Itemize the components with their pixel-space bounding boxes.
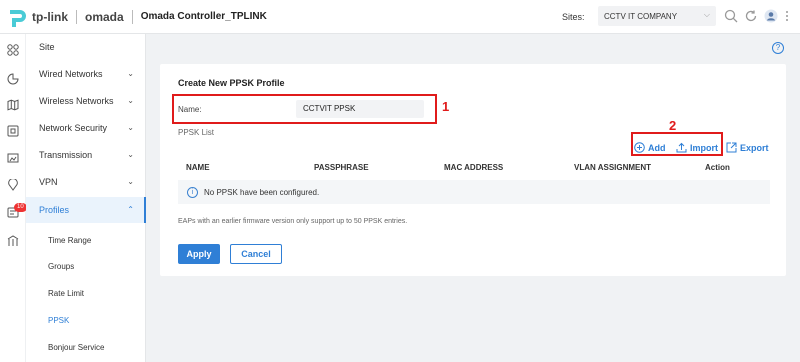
- sidebar-item-label: Network Security: [39, 123, 108, 133]
- sidebar-subitem-label: Bonjour Service: [48, 342, 105, 352]
- annotation-box-actions: [631, 132, 723, 156]
- sidebar-item-label: Wireless Networks: [39, 96, 114, 106]
- page-title: Create New PPSK Profile: [178, 78, 285, 88]
- column-header: NAME: [186, 163, 210, 172]
- more-options-icon[interactable]: [784, 9, 790, 23]
- export-button[interactable]: Export: [726, 142, 769, 153]
- chevron-down-icon: ⌄: [127, 69, 134, 78]
- help-icon[interactable]: ?: [772, 42, 784, 54]
- sidebar-item-label: Wired Networks: [39, 69, 103, 79]
- sidebar-item-transmission[interactable]: Transmission ⌄: [26, 142, 146, 168]
- sidebar-item-vpn[interactable]: VPN ⌄: [26, 169, 146, 195]
- sidebar-item-profiles[interactable]: Profiles ⌃: [26, 197, 146, 223]
- sidebar-subitem-label: Time Range: [48, 235, 92, 245]
- sidebar-item-wired-networks[interactable]: Wired Networks ⌄: [26, 61, 146, 87]
- icon-rail: 10: [0, 34, 27, 362]
- export-icon: [726, 142, 737, 153]
- chevron-up-icon: ⌃: [127, 205, 134, 214]
- sidebar-item-label: Site: [39, 42, 55, 52]
- refresh-icon[interactable]: [744, 9, 758, 23]
- export-label: Export: [740, 142, 769, 153]
- sidebar-item-label: VPN: [39, 177, 58, 187]
- controller-name: Omada Controller_TPLINK: [140, 11, 267, 22]
- product-text: omada: [85, 9, 124, 24]
- tp-link-logo-icon: [10, 9, 26, 27]
- user-avatar-icon[interactable]: [764, 9, 778, 23]
- column-header: Action: [705, 163, 730, 172]
- statistics-icon[interactable]: [7, 73, 19, 85]
- sidebar-subitem-ppsk[interactable]: PPSK: [26, 307, 146, 333]
- sidebar-item-label: Profiles: [39, 205, 70, 215]
- sidebar: 10 Site Wired Networks ⌄ Wireless Networ…: [0, 34, 146, 362]
- sidebar-subitem-label: PPSK: [48, 315, 70, 325]
- empty-message: No PPSK have been configured.: [204, 187, 320, 197]
- chevron-down-icon: ⌵: [703, 10, 710, 19]
- dashboard-icon[interactable]: [7, 44, 19, 56]
- map-icon[interactable]: [7, 99, 19, 111]
- sites-label: Sites:: [562, 12, 585, 22]
- ppsk-list-label: PPSK List: [178, 128, 215, 137]
- chevron-down-icon: ⌄: [127, 177, 134, 186]
- empty-state-row: i No PPSK have been configured.: [178, 180, 770, 204]
- omada-logo: omada: [85, 10, 124, 24]
- sidebar-subitem-label: Rate Limit: [48, 288, 85, 298]
- sidebar-subitem-groups[interactable]: Groups: [26, 253, 146, 279]
- notification-badge: 10: [14, 203, 27, 212]
- ppsk-table-header: NAME PASSPHRASE MAC ADDRESS VLAN ASSIGNM…: [178, 160, 770, 176]
- sidebar-item-label: Transmission: [39, 150, 93, 160]
- site-select-value: CCTV IT COMPANY: [604, 11, 678, 21]
- chevron-down-icon: ⌄: [127, 150, 134, 159]
- search-icon[interactable]: [724, 9, 738, 23]
- column-header: PASSPHRASE: [314, 163, 369, 172]
- sidebar-subitem-rate-limit[interactable]: Rate Limit: [26, 280, 146, 306]
- sidebar-item-site[interactable]: Site: [26, 34, 146, 60]
- logo-divider-2: [131, 9, 133, 24]
- annotation-box-name: [172, 94, 437, 124]
- logo-divider: [76, 9, 77, 24]
- devices-icon[interactable]: [7, 125, 19, 137]
- sidebar-item-wireless-networks[interactable]: Wireless Networks ⌄: [26, 88, 146, 114]
- sidebar-subitem-label: Groups: [48, 261, 75, 271]
- sidebar-item-network-security[interactable]: Network Security ⌄: [26, 115, 146, 141]
- cancel-button[interactable]: Cancel: [230, 244, 282, 264]
- annotation-marker-1: 1: [442, 99, 450, 114]
- apply-button[interactable]: Apply: [178, 244, 220, 264]
- sidebar-subitem-time-range[interactable]: Time Range: [26, 227, 146, 253]
- brand-text: tp-link: [32, 9, 68, 24]
- column-header: VLAN ASSIGNMENT: [574, 163, 652, 172]
- tp-link-logo[interactable]: tp-link: [6, 6, 68, 28]
- info-icon: i: [187, 186, 198, 198]
- clients-icon[interactable]: [7, 152, 19, 164]
- insights-icon[interactable]: [7, 235, 19, 247]
- top-bar: tp-link omada Omada Controller_TPLINK Si…: [0, 0, 800, 34]
- chevron-down-icon: ⌄: [127, 123, 134, 132]
- sidebar-subitem-bonjour-service[interactable]: Bonjour Service: [26, 334, 146, 360]
- chevron-down-icon: ⌄: [127, 96, 134, 105]
- location-icon[interactable]: [7, 179, 19, 191]
- site-select[interactable]: CCTV IT COMPANY ⌵: [598, 6, 716, 26]
- column-header: MAC ADDRESS: [444, 163, 504, 172]
- firmware-note: EAPs with an earlier firmware version on…: [178, 218, 408, 225]
- annotation-marker-2: 2: [669, 118, 677, 133]
